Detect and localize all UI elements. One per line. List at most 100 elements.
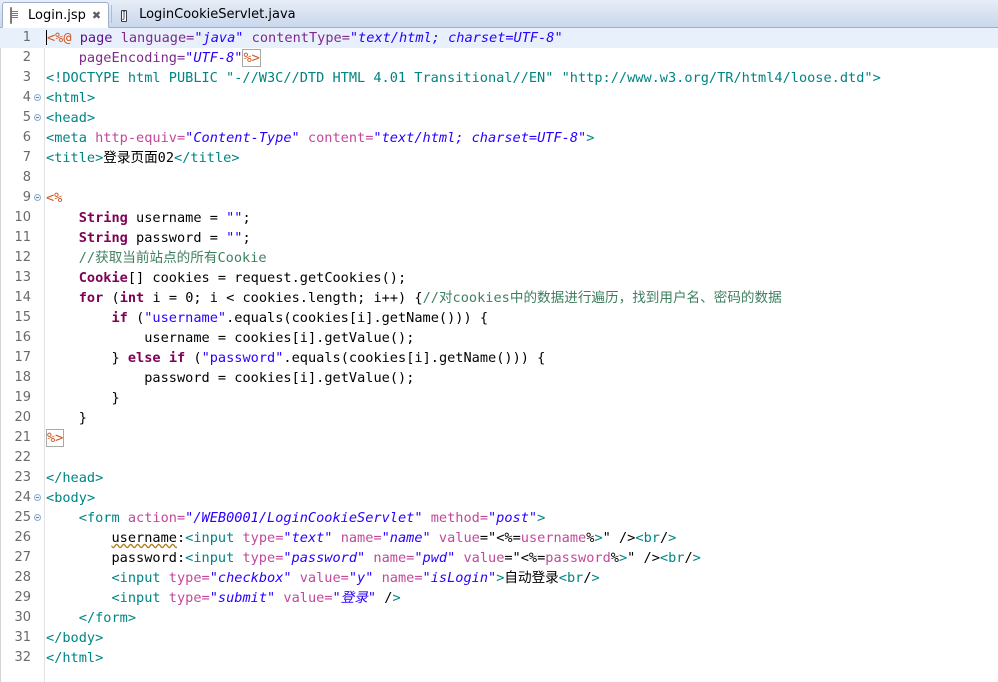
code-line[interactable]: 22	[0, 448, 998, 468]
code-text: pageEncoding="UTF-8"%>	[78, 49, 261, 67]
code-text: for (int i = 0; i < cookies.length; i++)…	[78, 290, 782, 306]
line-number: 32	[14, 650, 31, 665]
code-line[interactable]: 11 String password = "";	[0, 228, 998, 248]
code-text: <%	[46, 190, 63, 206]
tab-login-jsp[interactable]: Login.jsp ✖	[2, 2, 110, 28]
code-text: <input type="submit" value="登录" />	[111, 590, 401, 606]
code-line[interactable]: 30 </form>	[0, 608, 998, 628]
code-line[interactable]: 6 <meta http-equiv="Content-Type" content…	[0, 128, 998, 148]
close-icon[interactable]: ✖	[92, 10, 101, 21]
code-line[interactable]: 17 } else if ("password".equals(cookies[…	[0, 348, 998, 368]
fold-collapse-icon[interactable]	[32, 108, 44, 128]
line-number: 21	[14, 430, 31, 445]
code-line[interactable]: 10 String username = "";	[0, 208, 998, 228]
fold-collapse-icon[interactable]	[32, 488, 44, 508]
code-text: <meta http-equiv="Content-Type" content=…	[46, 130, 595, 146]
code-text: if ("username".equals(cookies[i].getName…	[111, 310, 489, 326]
code-line[interactable]: 20 }	[0, 408, 998, 428]
code-text: Cookie[] cookies = request.getCookies();	[78, 270, 407, 286]
code-line[interactable]: 31 </body>	[0, 628, 998, 648]
code-text: <form action="/WEB0001/LoginCookieServle…	[78, 510, 546, 526]
code-text: <title>登录页面02</title>	[46, 150, 240, 166]
code-line[interactable]: 9 <%	[0, 188, 998, 208]
code-text: %>	[46, 429, 65, 447]
line-number: 2	[22, 50, 31, 65]
code-area[interactable]: 1 <%@ page language="java" contentType="t…	[0, 28, 998, 682]
code-text: //获取当前站点的所有Cookie	[78, 250, 267, 266]
line-number: 4	[22, 90, 31, 105]
code-line[interactable]: 21 %>	[0, 428, 998, 448]
editor-window: Login.jsp ✖ J LoginCookieServlet.java 1 <…	[0, 0, 998, 682]
code-line[interactable]: 18 password = cookies[i].getValue();	[0, 368, 998, 388]
code-line[interactable]: 8	[0, 168, 998, 188]
line-number: 22	[14, 450, 31, 465]
spellcheck-underline: username	[111, 530, 177, 546]
code-line[interactable]: 27 password:<input type="password" name=…	[0, 548, 998, 568]
code-text: </html>	[46, 650, 104, 666]
line-number: 20	[14, 410, 31, 425]
line-number: 9	[22, 190, 31, 205]
fold-collapse-icon[interactable]	[32, 508, 44, 528]
code-line[interactable]: 7 <title>登录页面02</title>	[0, 148, 998, 168]
code-line[interactable]: 23 </head>	[0, 468, 998, 488]
fold-collapse-icon[interactable]	[32, 188, 44, 208]
fold-collapse-icon[interactable]	[32, 88, 44, 108]
line-number: 28	[14, 570, 31, 585]
line-number: 1	[22, 30, 31, 45]
code-line[interactable]: 2 pageEncoding="UTF-8"%>	[0, 48, 998, 68]
line-number: 3	[22, 70, 31, 85]
line-number: 27	[14, 550, 31, 565]
code-text: <%@ page language="java" contentType="te…	[46, 30, 563, 46]
line-number: 23	[14, 470, 31, 485]
code-line[interactable]: 1 <%@ page language="java" contentType="t…	[0, 28, 998, 48]
line-number: 8	[22, 170, 31, 185]
tab-logincookieservlet-java[interactable]: J LoginCookieServlet.java	[114, 1, 303, 27]
jsp-file-icon	[9, 6, 23, 24]
code-text: <input type="checkbox" value="y" name="i…	[111, 570, 600, 586]
code-text: } else if ("password".equals(cookies[i].…	[111, 350, 546, 366]
code-line[interactable]: 16 username = cookies[i].getValue();	[0, 328, 998, 348]
code-line[interactable]: 24 <body>	[0, 488, 998, 508]
code-line[interactable]: 32 </html>	[0, 648, 998, 668]
line-number: 19	[14, 390, 31, 405]
line-number: 29	[14, 590, 31, 605]
code-line[interactable]: 14 for (int i = 0; i < cookies.length; i…	[0, 288, 998, 308]
code-line[interactable]: 5 <head>	[0, 108, 998, 128]
code-line[interactable]: 19 }	[0, 388, 998, 408]
code-text: }	[111, 390, 120, 406]
java-file-icon: J	[121, 9, 127, 22]
editor-tab-bar: Login.jsp ✖ J LoginCookieServlet.java	[0, 0, 998, 28]
code-text: </body>	[46, 630, 104, 646]
tab-label: Login.jsp	[28, 7, 86, 23]
code-text: </form>	[78, 610, 137, 626]
line-number: 31	[14, 630, 31, 645]
code-line[interactable]: 13 Cookie[] cookies = request.getCookies…	[0, 268, 998, 288]
line-number: 17	[14, 350, 31, 365]
code-text: }	[78, 410, 87, 426]
line-number: 6	[22, 130, 31, 145]
line-number: 26	[14, 530, 31, 545]
code-line[interactable]: 29 <input type="submit" value="登录" />	[0, 588, 998, 608]
tab-separator	[111, 5, 113, 23]
code-line[interactable]: 4 <html>	[0, 88, 998, 108]
code-line[interactable]: 15 if ("username".equals(cookies[i].getN…	[0, 308, 998, 328]
code-line[interactable]: 12 //获取当前站点的所有Cookie	[0, 248, 998, 268]
code-line[interactable]: 25 <form action="/WEB0001/LoginCookieSer…	[0, 508, 998, 528]
code-text: String username = "";	[78, 210, 251, 226]
code-line[interactable]: 3 <!DOCTYPE html PUBLIC "-//W3C//DTD HTML…	[0, 68, 998, 88]
code-editor[interactable]: 1 <%@ page language="java" contentType="t…	[0, 28, 998, 682]
code-text: </head>	[46, 470, 104, 486]
code-line[interactable]: 26 username:<input type="text" name="nam…	[0, 528, 998, 548]
line-number: 16	[14, 330, 31, 345]
line-number: 13	[14, 270, 31, 285]
code-line[interactable]: 28 <input type="checkbox" value="y" name…	[0, 568, 998, 588]
